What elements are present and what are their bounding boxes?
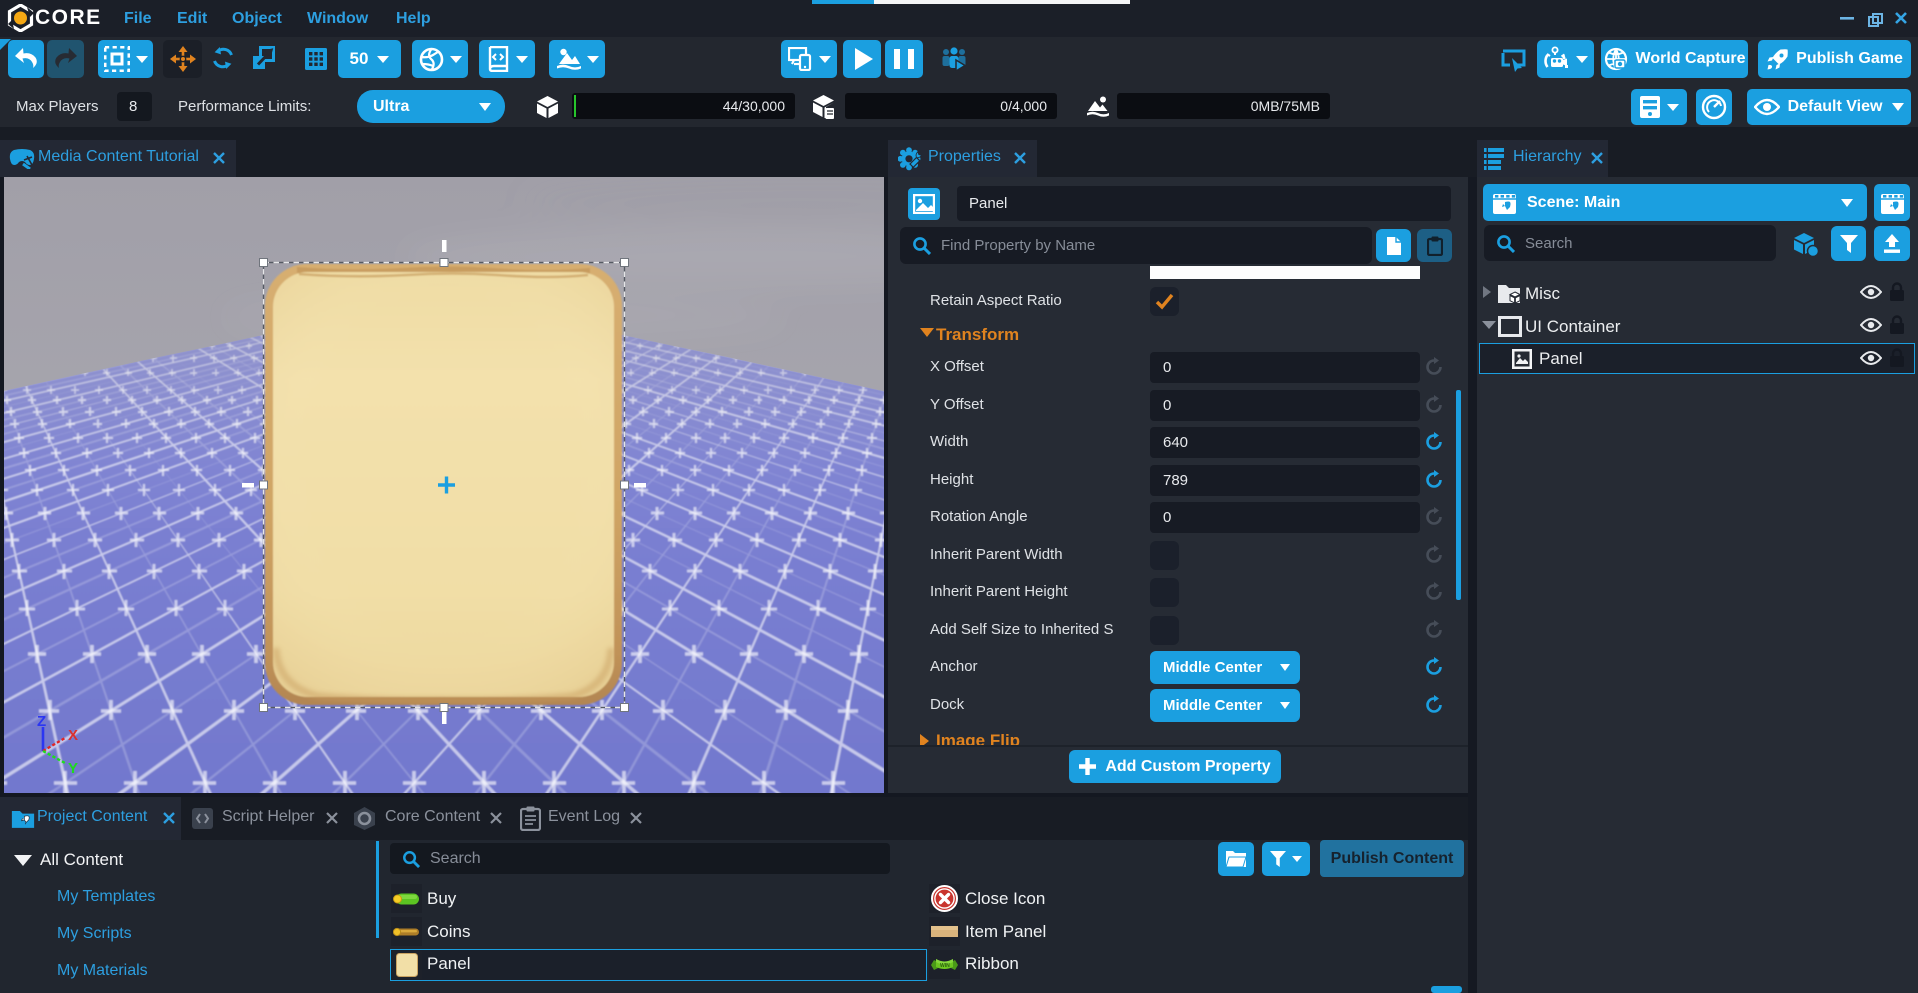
svg-text:Z: Z xyxy=(37,715,46,730)
svg-text:X: X xyxy=(68,727,78,744)
svg-text:WIN: WIN xyxy=(940,963,950,969)
svg-text:Y: Y xyxy=(68,760,78,775)
